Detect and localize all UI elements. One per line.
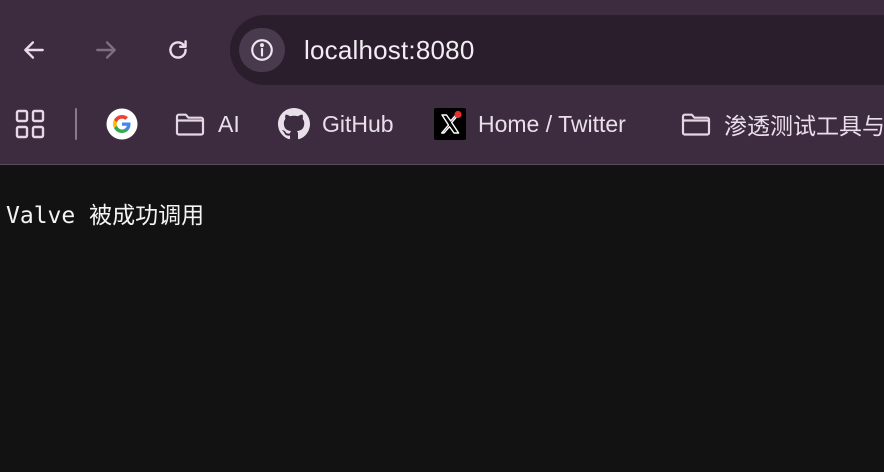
info-icon bbox=[251, 39, 273, 61]
reload-icon bbox=[169, 40, 187, 59]
folder-icon bbox=[174, 108, 206, 140]
forward-button[interactable] bbox=[86, 30, 126, 70]
url-text[interactable]: localhost:8080 bbox=[304, 35, 474, 65]
page-content: Valve 被成功调用 bbox=[0, 165, 884, 472]
folder-icon bbox=[680, 108, 712, 140]
bookmark-label: 渗透测试工具与 bbox=[724, 113, 884, 139]
arrow-left-icon bbox=[24, 41, 44, 59]
bookmark-label: Home / Twitter bbox=[478, 110, 626, 137]
address-bar[interactable]: localhost:8080 bbox=[230, 15, 884, 85]
reload-button[interactable] bbox=[158, 30, 198, 70]
bookmark-google[interactable] bbox=[106, 103, 150, 145]
bookmark-folder-pentest-tools[interactable]: 渗透测试工具与 bbox=[680, 103, 884, 145]
back-button[interactable] bbox=[14, 30, 54, 70]
bookmarks-separator bbox=[75, 108, 77, 140]
bookmark-twitter[interactable]: Home / Twitter bbox=[434, 103, 626, 145]
google-icon bbox=[106, 108, 138, 140]
arrow-right-icon bbox=[96, 41, 116, 59]
bookmark-github[interactable]: GitHub bbox=[278, 103, 394, 145]
browser-chrome: localhost:8080 AI GitHub Home / Twitter … bbox=[0, 0, 884, 165]
x-twitter-icon bbox=[434, 108, 466, 140]
site-info-button[interactable] bbox=[239, 28, 285, 72]
github-icon bbox=[278, 108, 310, 140]
browser-toolbar: localhost:8080 bbox=[0, 0, 884, 100]
bookmark-label: AI bbox=[218, 110, 240, 137]
bookmark-folder-ai[interactable]: AI bbox=[174, 103, 240, 145]
apps-grid-icon[interactable] bbox=[14, 108, 46, 140]
page-message: Valve 被成功调用 bbox=[6, 203, 205, 229]
bookmark-label: GitHub bbox=[322, 110, 394, 137]
